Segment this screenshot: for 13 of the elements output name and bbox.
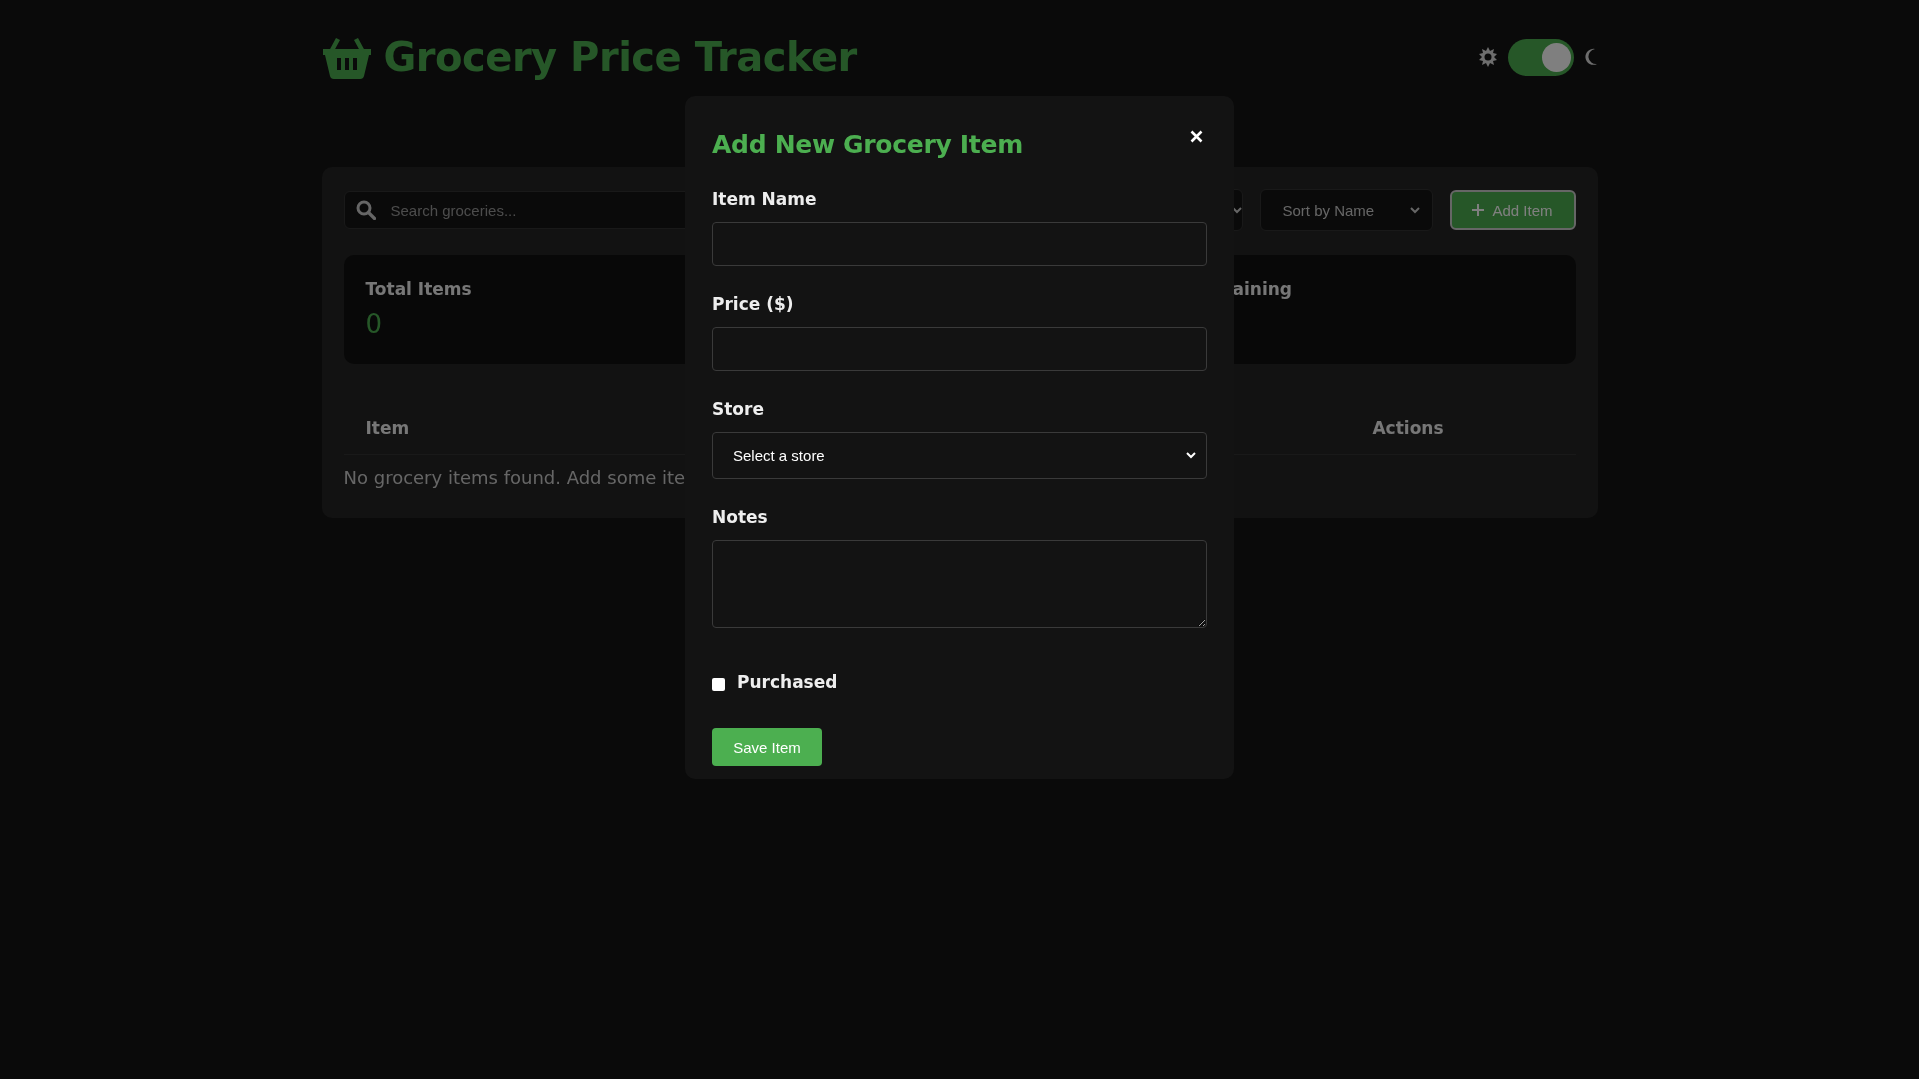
field-label: Item Name: [712, 189, 817, 209]
dialog-title: Add New Grocery Item: [712, 130, 1023, 159]
app-title: Grocery Price Tracker: [383, 34, 857, 80]
stat-label: Total Items: [365, 279, 472, 299]
stat-value: 0: [365, 309, 383, 339]
field-label: Price ($): [712, 294, 794, 314]
column-header: Item: [365, 418, 410, 438]
field-label: Store: [712, 399, 764, 419]
empty-message: No grocery items found. Add some ite: [343, 467, 686, 488]
column-header: Actions: [1372, 418, 1444, 438]
checkbox-label: Purchased: [737, 672, 838, 692]
stat-label: aining: [1232, 279, 1292, 299]
field-label: Notes: [712, 507, 768, 527]
